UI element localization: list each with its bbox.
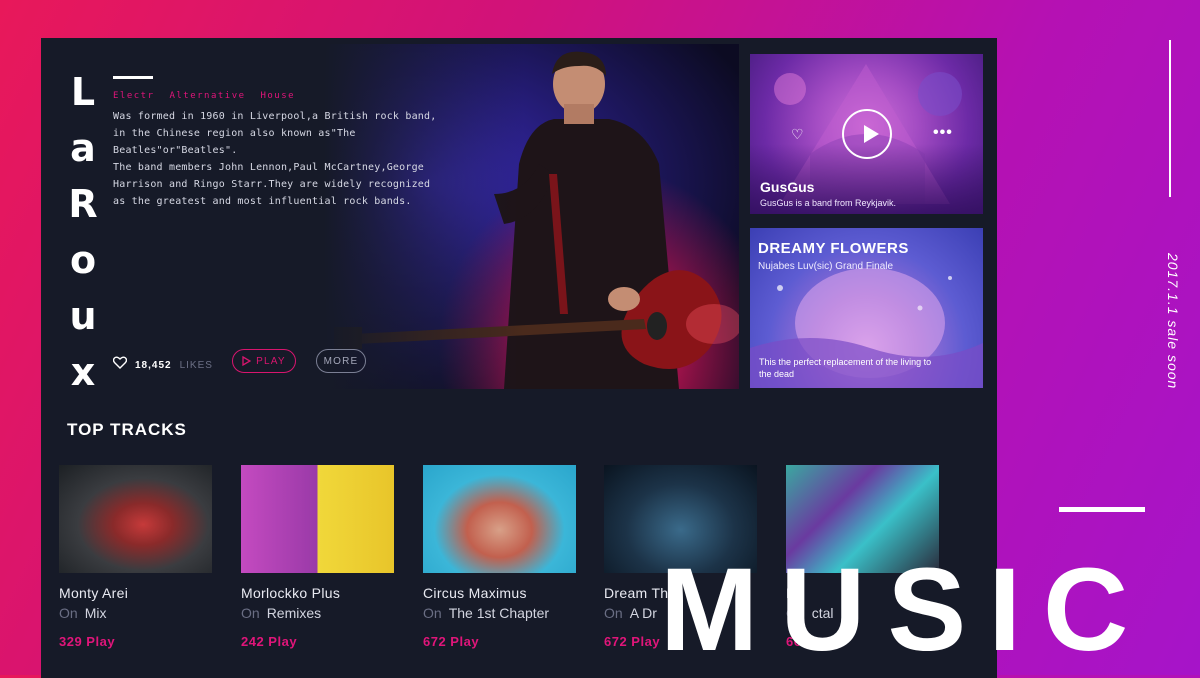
description-line: Harrison and Ringo Starr.They are widely… — [113, 179, 431, 190]
description-line: in the Chinese region also known as"The … — [113, 128, 356, 156]
on-label: On — [59, 605, 78, 621]
description-line: as the greatest and most influential roc… — [113, 196, 412, 207]
album-name[interactable]: Remixes — [267, 605, 321, 621]
genre-tags: Electr Alternative House — [113, 91, 303, 101]
more-dots-icon[interactable]: ••• — [933, 124, 953, 142]
title-divider — [113, 76, 153, 79]
genre-tag[interactable]: House — [260, 91, 295, 101]
artist-description: Was formed in 1960 in Liverpool,a Britis… — [113, 108, 453, 210]
artist-letter: x — [70, 350, 96, 394]
play-circle-icon[interactable] — [842, 109, 892, 159]
artist-letter: o — [69, 238, 97, 282]
top-tracks-heading: TOP TRACKS — [67, 420, 187, 439]
genre-tag[interactable]: Alternative — [169, 91, 245, 101]
track-card[interactable]: Circus Maximus On The 1st Chapter 672 Pla… — [423, 465, 578, 649]
artist-name-vertical: L a R o u x — [68, 70, 98, 406]
decorative-horizontal-line — [1059, 507, 1145, 512]
artist-letter: L — [70, 70, 96, 114]
track-album: On The 1st Chapter — [423, 605, 578, 621]
album-name[interactable]: The 1st Chapter — [449, 605, 549, 621]
track-album: On Remixes — [241, 605, 396, 621]
play-count: 329 Play — [59, 634, 116, 649]
track-cover[interactable] — [59, 465, 212, 573]
play-icon — [242, 356, 252, 366]
likes-label: LIKES — [179, 359, 213, 371]
track-card[interactable]: Monty Arei On Mix 329 Play — [59, 465, 214, 649]
card-title: DREAMY FLOWERS — [758, 240, 909, 257]
sale-date-text: 2017.1.1 sale soon — [1165, 253, 1181, 390]
album-name[interactable]: Mix — [85, 605, 107, 621]
play-button-label: PLAY — [256, 355, 286, 367]
on-label: On — [423, 605, 442, 621]
on-label: On — [241, 605, 260, 621]
artist-letter: u — [69, 294, 97, 338]
play-count: 672 Play — [423, 634, 480, 649]
hero-gradient-fade — [324, 44, 524, 389]
card-subtitle: GusGus is a band from Reykjavik. — [760, 198, 897, 208]
more-button[interactable]: MORE — [316, 349, 366, 373]
artist-letter: R — [68, 182, 98, 226]
track-name[interactable]: Monty Arei — [59, 585, 214, 601]
heart-icon[interactable] — [112, 356, 128, 374]
description-line: Was formed in 1960 in Liverpool,a Britis… — [113, 111, 437, 122]
card-subtitle: Nujabes Luv(sic) Grand Finale — [758, 261, 894, 272]
play-button[interactable]: PLAY — [232, 349, 296, 373]
album-name[interactable]: A Dr — [630, 605, 657, 621]
likes-count: 18,452 — [135, 359, 172, 371]
track-cover[interactable] — [241, 465, 394, 573]
more-button-label: MORE — [323, 355, 359, 367]
on-label: On — [604, 605, 623, 621]
play-count: 242 Play — [241, 634, 298, 649]
featured-card-gusgus[interactable]: ♡ ••• GusGus GusGus is a band from Reykj… — [750, 54, 983, 214]
featured-card-dreamy-flowers[interactable]: DREAMY FLOWERS Nujabes Luv(sic) Grand Fi… — [750, 228, 983, 388]
track-name[interactable]: Circus Maximus — [423, 585, 578, 601]
genre-tag[interactable]: Electr — [113, 91, 155, 101]
track-album: On Mix — [59, 605, 214, 621]
track-card[interactable]: Morlockko Plus On Remixes 242 Play — [241, 465, 396, 649]
likes-counter: 18,452 LIKES — [112, 356, 213, 374]
description-line: The band members John Lennon,Paul McCart… — [113, 162, 425, 173]
music-headline: MUSIC — [660, 544, 1151, 676]
heart-icon[interactable]: ♡ — [791, 126, 804, 143]
artist-letter: a — [70, 126, 96, 170]
track-cover[interactable] — [423, 465, 576, 573]
decorative-vertical-line — [1169, 40, 1171, 197]
card-note: This the perfect replacement of the livi… — [759, 357, 932, 379]
card-title: GusGus — [760, 179, 815, 195]
track-name[interactable]: Morlockko Plus — [241, 585, 396, 601]
